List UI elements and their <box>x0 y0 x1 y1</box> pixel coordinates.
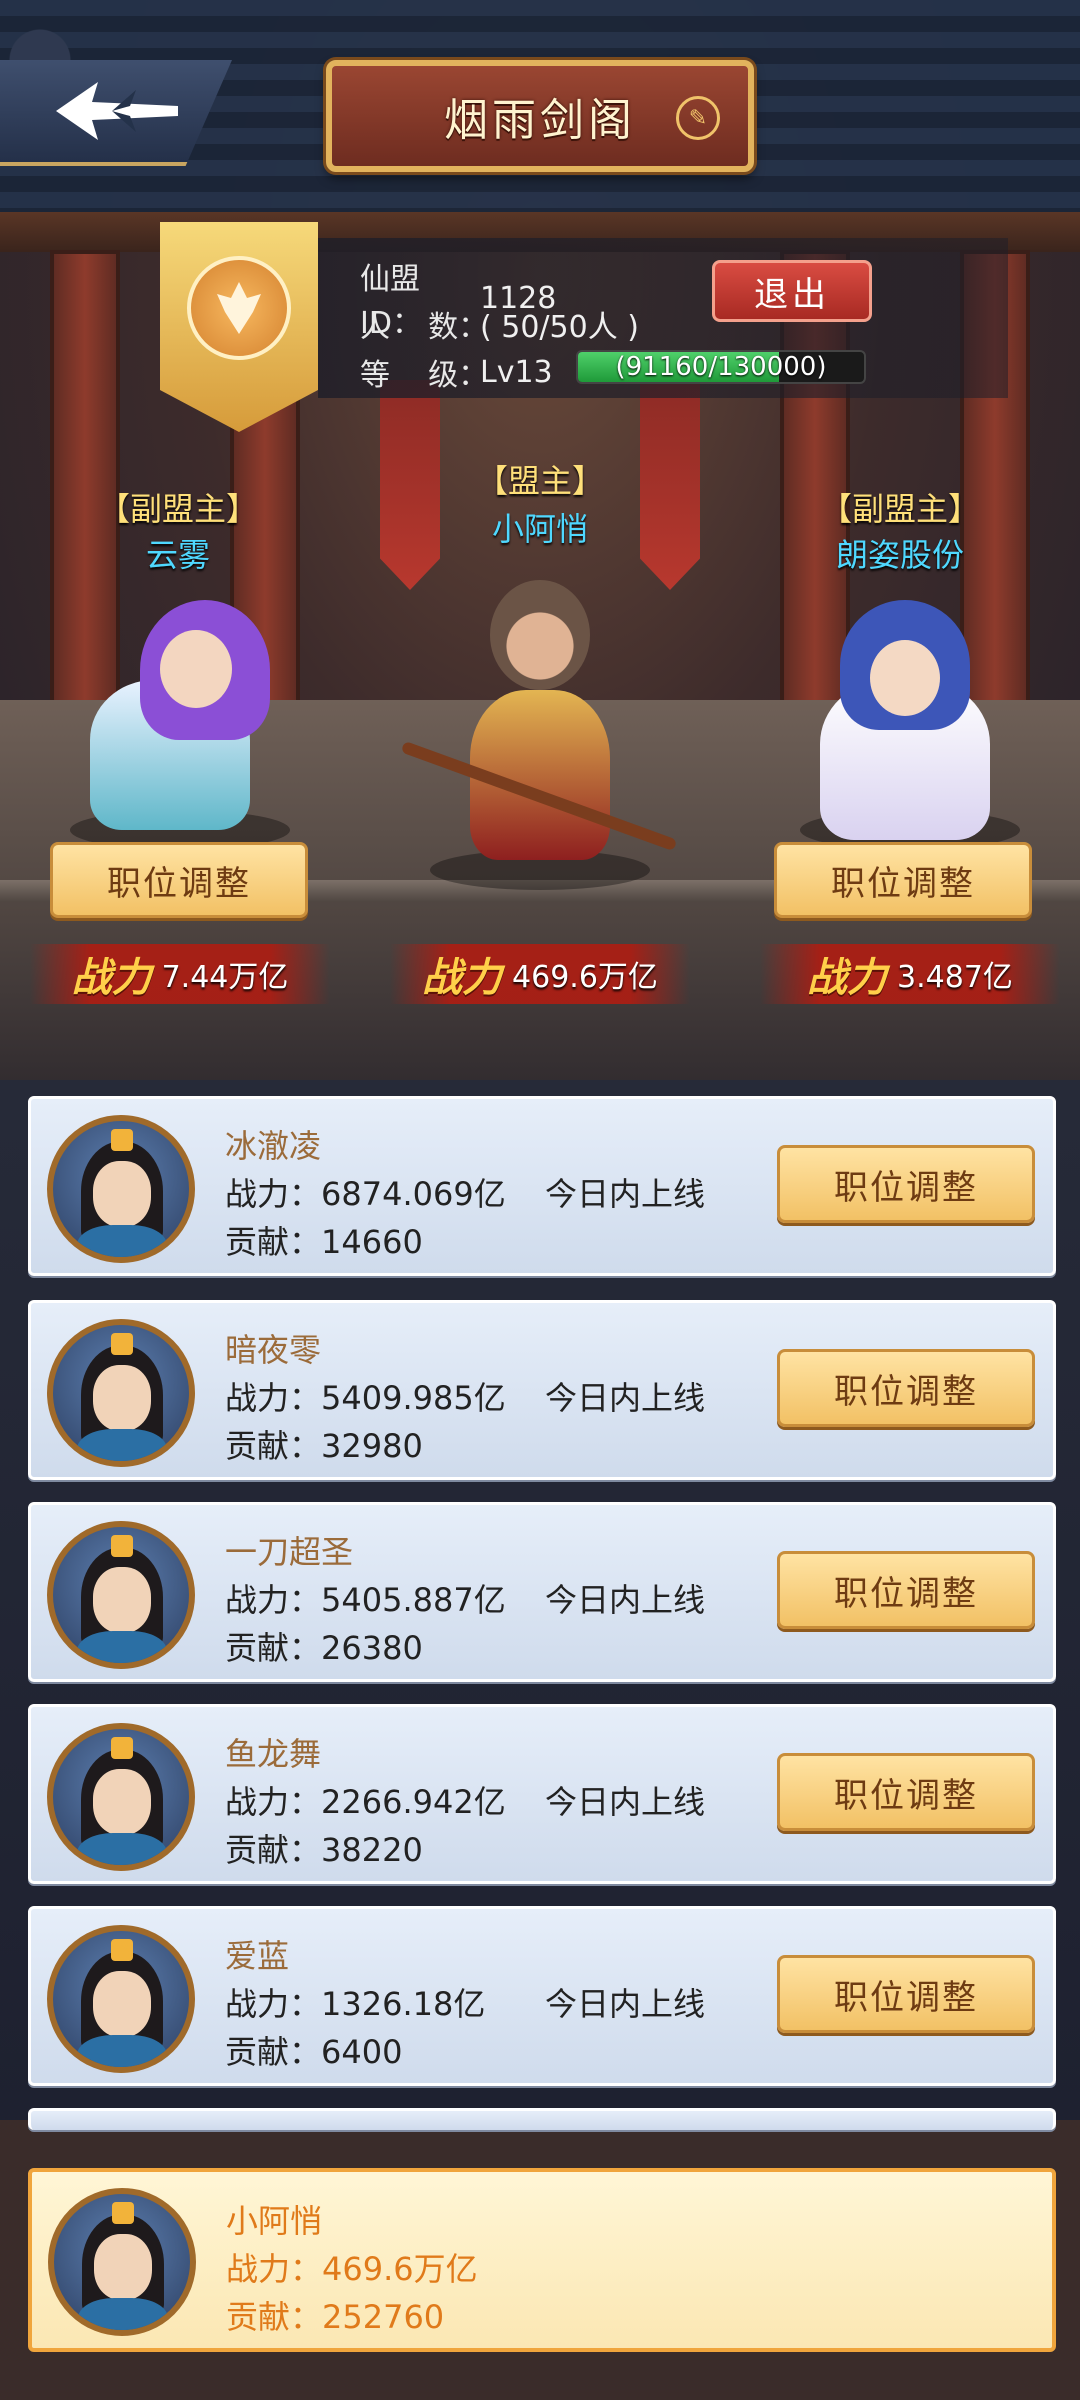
member-contribution: 贡献：32980 <box>225 1427 423 1465</box>
guild-members-value: ( 50/50人 ) <box>480 310 639 345</box>
leader-title-center: 【盟主】 <box>475 462 604 500</box>
power-ribbon-left: 战力 7.44万亿 <box>30 944 330 1004</box>
guild-leader-head <box>490 580 590 690</box>
leader-name-center: 小阿悄 <box>491 510 588 548</box>
member-avatar[interactable] <box>47 1521 195 1669</box>
member-avatar[interactable] <box>47 1319 195 1467</box>
member-online-status: 今日内上线 <box>545 1581 706 1619</box>
guild-exp-bar: (91160/130000) <box>576 350 866 384</box>
member-avatar[interactable] <box>47 1723 195 1871</box>
leader-title-right: 【副盟主】 <box>819 490 980 528</box>
power-label: 战力 <box>422 954 503 1001</box>
power-ribbon-center: 战力 469.6万亿 <box>390 944 690 1004</box>
guild-emblem-icon <box>160 222 318 432</box>
member-power: 战力：2266.942亿 <box>225 1783 506 1821</box>
leader-name-right: 朗姿股份 <box>835 536 964 574</box>
guild-members-row: 人 数： ( 50/50人 ) <box>360 302 639 346</box>
adjust-position-button[interactable]: 职位调整 <box>777 1145 1035 1223</box>
member-row: 鱼龙舞 战力：2266.942亿 今日内上线 贡献：38220 职位调整 <box>28 1704 1056 1884</box>
adjust-position-button[interactable]: 职位调整 <box>777 1753 1035 1831</box>
self-contribution: 贡献：252760 <box>226 2298 445 2336</box>
vice-leader-right-face <box>870 640 940 716</box>
member-avatar[interactable] <box>47 1115 195 1263</box>
self-name: 小阿悄 <box>226 2202 323 2240</box>
member-contribution: 贡献：6400 <box>225 2033 403 2071</box>
adjust-position-button-right[interactable]: 职位调整 <box>774 842 1032 918</box>
guild-level-value: Lv13 <box>480 354 553 390</box>
self-member-card: 小阿悄 战力：469.6万亿 贡献：252760 <box>28 2168 1056 2352</box>
leader-name-left: 云雾 <box>145 536 210 574</box>
adjust-position-button[interactable]: 职位调整 <box>777 1551 1035 1629</box>
self-avatar[interactable] <box>48 2188 196 2336</box>
member-online-status: 今日内上线 <box>545 1175 706 1213</box>
guild-exp-text: (91160/130000) <box>615 352 827 382</box>
member-online-status: 今日内上线 <box>545 1783 706 1821</box>
adjust-position-button[interactable]: 职位调整 <box>777 1955 1035 2033</box>
member-row: 暗夜零 战力：5409.985亿 今日内上线 贡献：32980 职位调整 <box>28 1300 1056 1480</box>
member-row: 爱蓝 战力：1326.18亿 今日内上线 贡献：6400 职位调整 <box>28 1906 1056 2086</box>
guild-level-label: 等 级： <box>360 358 489 393</box>
power-label: 战力 <box>71 954 152 1001</box>
member-contribution: 贡献：38220 <box>225 1831 423 1869</box>
member-online-status: 今日内上线 <box>545 1379 706 1417</box>
back-arrow-icon <box>56 82 178 140</box>
guild-title-plaque: 烟雨剑阁 ✎ <box>326 60 754 172</box>
adjust-position-button[interactable]: 职位调整 <box>777 1349 1035 1427</box>
member-name: 爱蓝 <box>225 1937 290 1975</box>
edit-pen-icon[interactable]: ✎ <box>676 96 720 140</box>
member-row-partial <box>28 2108 1056 2130</box>
power-value-right: 3.487亿 <box>897 960 1013 995</box>
member-power: 战力：5409.985亿 <box>225 1379 506 1417</box>
power-label: 战力 <box>807 954 888 1001</box>
guild-members-label: 人 数： <box>360 310 489 345</box>
member-power: 战力：1326.18亿 <box>225 1985 486 2023</box>
guild-title: 烟雨剑阁 <box>444 95 636 146</box>
member-contribution: 贡献：14660 <box>225 1223 423 1261</box>
adjust-position-button-left[interactable]: 职位调整 <box>50 842 308 918</box>
self-power: 战力：469.6万亿 <box>226 2250 478 2288</box>
member-power: 战力：6874.069亿 <box>225 1175 506 1213</box>
member-name: 一刀超圣 <box>225 1533 354 1571</box>
member-name: 暗夜零 <box>225 1331 322 1369</box>
member-online-status: 今日内上线 <box>545 1985 706 2023</box>
leader-title-left: 【副盟主】 <box>97 490 258 528</box>
power-value-center: 469.6万亿 <box>512 960 658 995</box>
vice-leader-left-face <box>160 630 232 708</box>
member-power: 战力：5405.887亿 <box>225 1581 506 1619</box>
quit-guild-button[interactable]: 退出 <box>712 260 872 322</box>
member-avatar[interactable] <box>47 1925 195 2073</box>
emblem-crest <box>187 256 291 360</box>
member-name: 鱼龙舞 <box>225 1735 322 1773</box>
member-name: 冰澈凌 <box>225 1127 322 1165</box>
power-value-left: 7.44万亿 <box>161 960 289 995</box>
member-contribution: 贡献：26380 <box>225 1629 423 1667</box>
member-row: 一刀超圣 战力：5405.887亿 今日内上线 贡献：26380 职位调整 <box>28 1502 1056 1682</box>
guild-level-row: 等 级： Lv13 <box>360 350 553 394</box>
power-ribbon-right: 战力 3.487亿 <box>760 944 1060 1004</box>
member-row: 冰澈凌 战力：6874.069亿 今日内上线 贡献：14660 职位调整 <box>28 1096 1056 1276</box>
